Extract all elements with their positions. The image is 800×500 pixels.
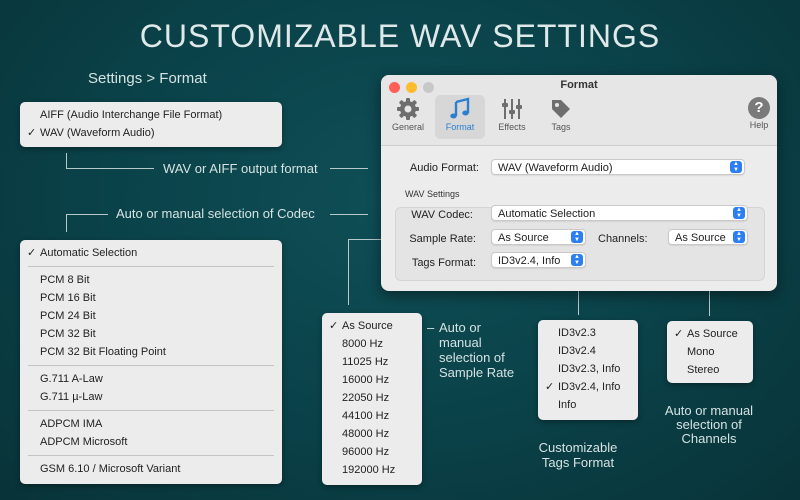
connector-line	[330, 168, 368, 169]
tags-format-popup[interactable]: ID3v2.4, Info ▲ ▼	[491, 252, 586, 268]
menu-item-adpcm-ima[interactable]: ADPCM IMA	[20, 415, 282, 433]
connector-line	[348, 239, 349, 305]
audio-format-label: Audio Format:	[409, 162, 479, 174]
connector-line	[330, 214, 368, 215]
gear-icon	[397, 98, 419, 120]
menu-item-sr-8000[interactable]: 8000 Hz	[322, 335, 422, 353]
menu-separator	[28, 455, 274, 456]
wav-codec-popup[interactable]: Automatic Selection ▲ ▼	[491, 205, 748, 221]
window-titlebar: Format General Format Effects Tags ? Hel…	[381, 75, 777, 146]
menu-separator	[28, 365, 274, 366]
window-title: Format	[560, 79, 598, 91]
note-sample-rate-dash: –	[427, 320, 435, 335]
sample-rate-menu: ✓ As Source 8000 Hz 11025 Hz 16000 Hz 220…	[322, 313, 422, 485]
checkmark-icon: ✓	[27, 247, 37, 259]
note-tags: Customizable Tags Format	[538, 440, 618, 470]
menu-item-gsm[interactable]: GSM 6.10 / Microsoft Variant	[20, 460, 282, 478]
connector-line	[66, 214, 108, 215]
note-output-format: WAV or AIFF output format	[163, 161, 318, 176]
wav-settings-title: WAV Settings	[405, 189, 460, 199]
menu-item-adpcm-microsoft[interactable]: ADPCM Microsoft	[20, 433, 282, 451]
menu-item-pcm-24[interactable]: PCM 24 Bit	[20, 307, 282, 325]
menu-item-pcm-32[interactable]: PCM 32 Bit	[20, 325, 282, 343]
menu-item-sr-48000[interactable]: 48000 Hz	[322, 425, 422, 443]
tags-menu: ID3v2.3 ID3v2.4 ID3v2.3, Info ✓ ID3v2.4, …	[538, 320, 638, 420]
checkmark-icon: ✓	[545, 381, 555, 393]
menu-item-g711-mulaw[interactable]: G.711 µ-Law	[20, 388, 282, 406]
sliders-icon	[502, 99, 522, 119]
menu-separator	[28, 410, 274, 411]
toolbar-tags[interactable]: Tags	[536, 95, 586, 139]
menu-item-ch-as-source[interactable]: ✓ As Source	[667, 325, 753, 343]
note-channels: Auto or manual selection of Channels	[664, 403, 754, 446]
checkmark-icon: ✓	[329, 320, 339, 332]
tag-icon	[552, 100, 570, 118]
checkmark-icon: ✓	[27, 127, 37, 139]
menu-item-sr-44100[interactable]: 44100 Hz	[322, 407, 422, 425]
connector-line	[66, 168, 154, 169]
menu-item-sr-16000[interactable]: 16000 Hz	[322, 371, 422, 389]
sample-rate-label: Sample Rate:	[409, 233, 476, 245]
menu-item-sr-192000[interactable]: 192000 Hz	[322, 461, 422, 479]
sample-rate-popup[interactable]: As Source ▲ ▼	[491, 229, 586, 245]
menu-item-pcm-32-float[interactable]: PCM 32 Bit Floating Point	[20, 343, 282, 361]
note-sample-rate: Auto or manual selection of Sample Rate	[439, 320, 515, 380]
wav-codec-label: WAV Codec:	[411, 209, 473, 221]
popup-arrows-icon: ▲ ▼	[733, 231, 745, 243]
menu-item-id3v24-info[interactable]: ✓ ID3v2.4, Info	[538, 378, 638, 396]
popup-arrows-icon: ▲ ▼	[571, 231, 583, 243]
format-window: Format General Format Effects Tags ? Hel…	[381, 75, 777, 291]
menu-item-id3v23[interactable]: ID3v2.3	[538, 324, 638, 342]
channels-popup[interactable]: As Source ▲ ▼	[668, 229, 748, 245]
menu-item-g711-alaw[interactable]: G.711 A-Law	[20, 370, 282, 388]
menu-item-wav[interactable]: ✓ WAV (Waveform Audio)	[20, 124, 282, 142]
tags-format-label: Tags Format:	[411, 257, 476, 269]
channels-label: Channels:	[598, 233, 648, 245]
menu-item-ch-stereo[interactable]: Stereo	[667, 361, 753, 379]
audio-format-popup[interactable]: WAV (Waveform Audio) ▲ ▼	[491, 159, 745, 175]
menu-item-ch-mono[interactable]: Mono	[667, 343, 753, 361]
menu-item-sr-22050[interactable]: 22050 Hz	[322, 389, 422, 407]
menu-item-pcm-16[interactable]: PCM 16 Bit	[20, 289, 282, 307]
toolbar-effects[interactable]: Effects	[487, 95, 537, 139]
menu-item-sr-96000[interactable]: 96000 Hz	[322, 443, 422, 461]
connector-line	[66, 214, 67, 232]
checkmark-icon: ✓	[674, 328, 684, 340]
connector-line	[66, 153, 67, 169]
menu-item-aiff[interactable]: AIFF (Audio Interchange File Format)	[20, 106, 282, 124]
menu-separator	[28, 266, 274, 267]
toolbar-general[interactable]: General	[383, 95, 433, 139]
menu-item-sr-11025[interactable]: 11025 Hz	[322, 353, 422, 371]
toolbar-format[interactable]: Format	[435, 95, 485, 139]
toolbar-help[interactable]: ? Help	[734, 95, 777, 139]
menu-item-automatic-selection[interactable]: ✓ Automatic Selection	[20, 244, 282, 262]
codec-menu: ✓ Automatic Selection PCM 8 Bit PCM 16 Bi…	[20, 240, 282, 484]
channels-menu: ✓ As Source Mono Stereo	[667, 321, 753, 383]
menu-item-id3v23-info[interactable]: ID3v2.3, Info	[538, 360, 638, 378]
popup-arrows-icon: ▲ ▼	[733, 207, 745, 219]
menu-item-pcm-8[interactable]: PCM 8 Bit	[20, 271, 282, 289]
menu-item-sr-as-source[interactable]: ✓ As Source	[322, 317, 422, 335]
popup-arrows-icon: ▲ ▼	[730, 161, 742, 173]
popup-arrows-icon: ▲ ▼	[571, 254, 583, 266]
breadcrumb: Settings > Format	[88, 70, 207, 87]
menu-item-info[interactable]: Info	[538, 396, 638, 414]
format-menu: AIFF (Audio Interchange File Format) ✓ WA…	[20, 102, 282, 147]
note-codec: Auto or manual selection of Codec	[116, 206, 315, 221]
menu-item-id3v24[interactable]: ID3v2.4	[538, 342, 638, 360]
help-icon: ?	[748, 97, 770, 119]
music-note-icon	[450, 97, 470, 119]
page-headline: CUSTOMIZABLE WAV SETTINGS	[139, 18, 661, 54]
